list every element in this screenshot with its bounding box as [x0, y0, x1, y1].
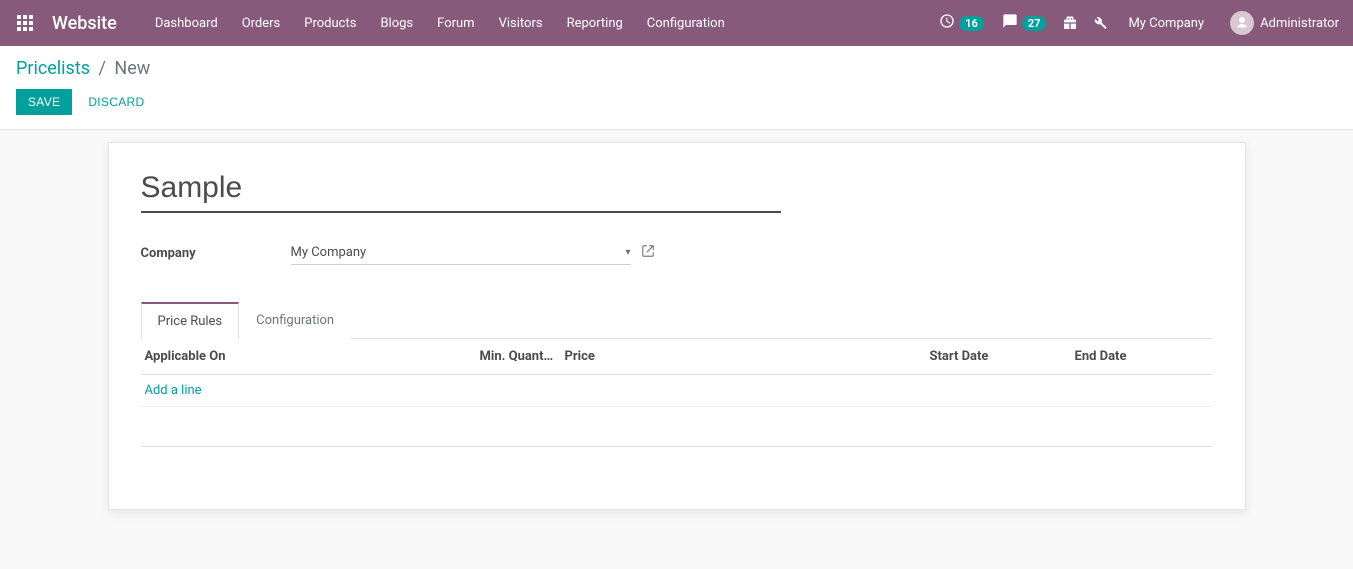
- pricelist-name-input[interactable]: [141, 167, 781, 213]
- user-menu[interactable]: Administrator: [1222, 11, 1339, 35]
- apps-menu-icon[interactable]: [8, 0, 42, 46]
- nav-forum[interactable]: Forum: [427, 2, 484, 45]
- col-applicable-on[interactable]: Applicable On: [141, 339, 476, 375]
- form-sheet: Company My Company ▾ Price Rules Configu…: [108, 142, 1246, 510]
- messages-button[interactable]: 27: [998, 13, 1051, 33]
- nav-dashboard[interactable]: Dashboard: [145, 2, 228, 45]
- control-panel: Pricelists / New SAVE DISCARD: [0, 46, 1353, 130]
- breadcrumb-current: New: [114, 58, 150, 79]
- breadcrumb: Pricelists / New: [16, 58, 1337, 79]
- col-price[interactable]: Price: [561, 339, 926, 375]
- save-button[interactable]: SAVE: [16, 89, 72, 115]
- discard-button[interactable]: DISCARD: [80, 89, 152, 115]
- messages-count: 27: [1022, 16, 1047, 31]
- nav-right: 16 27 My Company Administrator: [935, 11, 1345, 35]
- company-select[interactable]: My Company ▾: [291, 241, 631, 265]
- breadcrumb-root[interactable]: Pricelists: [16, 58, 90, 79]
- price-rules-table: Applicable On Min. Quant… Price Start Da…: [141, 339, 1213, 477]
- tab-configuration[interactable]: Configuration: [239, 302, 351, 339]
- form-sheet-bg: Company My Company ▾ Price Rules Configu…: [0, 130, 1353, 550]
- col-start-date[interactable]: Start Date: [926, 339, 1071, 375]
- company-field-row: Company My Company ▾: [141, 241, 1213, 265]
- nav-reporting[interactable]: Reporting: [557, 2, 633, 45]
- activities-count: 16: [959, 16, 984, 31]
- nav-products[interactable]: Products: [294, 2, 366, 45]
- user-name: Administrator: [1260, 16, 1339, 31]
- external-link-icon[interactable]: [641, 244, 655, 262]
- clock-icon: [939, 13, 955, 33]
- tab-price-rules[interactable]: Price Rules: [141, 302, 240, 339]
- nav-configuration[interactable]: Configuration: [637, 2, 735, 45]
- tools-icon[interactable]: [1090, 13, 1110, 33]
- nav-visitors[interactable]: Visitors: [489, 2, 553, 45]
- chat-icon: [1002, 13, 1018, 33]
- add-line-link[interactable]: Add a line: [145, 383, 202, 398]
- breadcrumb-separator: /: [99, 58, 106, 79]
- chevron-down-icon: ▾: [625, 247, 630, 258]
- col-min-quantity[interactable]: Min. Quant…: [476, 339, 561, 375]
- nav-menu: Dashboard Orders Products Blogs Forum Vi…: [145, 2, 735, 45]
- company-select-value: My Company: [291, 245, 367, 260]
- col-end-date[interactable]: End Date: [1071, 339, 1213, 375]
- company-field-label: Company: [141, 246, 291, 261]
- app-brand[interactable]: Website: [52, 13, 117, 34]
- top-navbar: Website Dashboard Orders Products Blogs …: [0, 0, 1353, 46]
- avatar-icon: [1230, 11, 1254, 35]
- nav-blogs[interactable]: Blogs: [370, 2, 423, 45]
- activities-button[interactable]: 16: [935, 13, 988, 33]
- gift-icon[interactable]: [1060, 13, 1080, 33]
- nav-orders[interactable]: Orders: [232, 2, 291, 45]
- company-switcher[interactable]: My Company: [1120, 16, 1212, 31]
- tabs: Price Rules Configuration: [141, 301, 1213, 339]
